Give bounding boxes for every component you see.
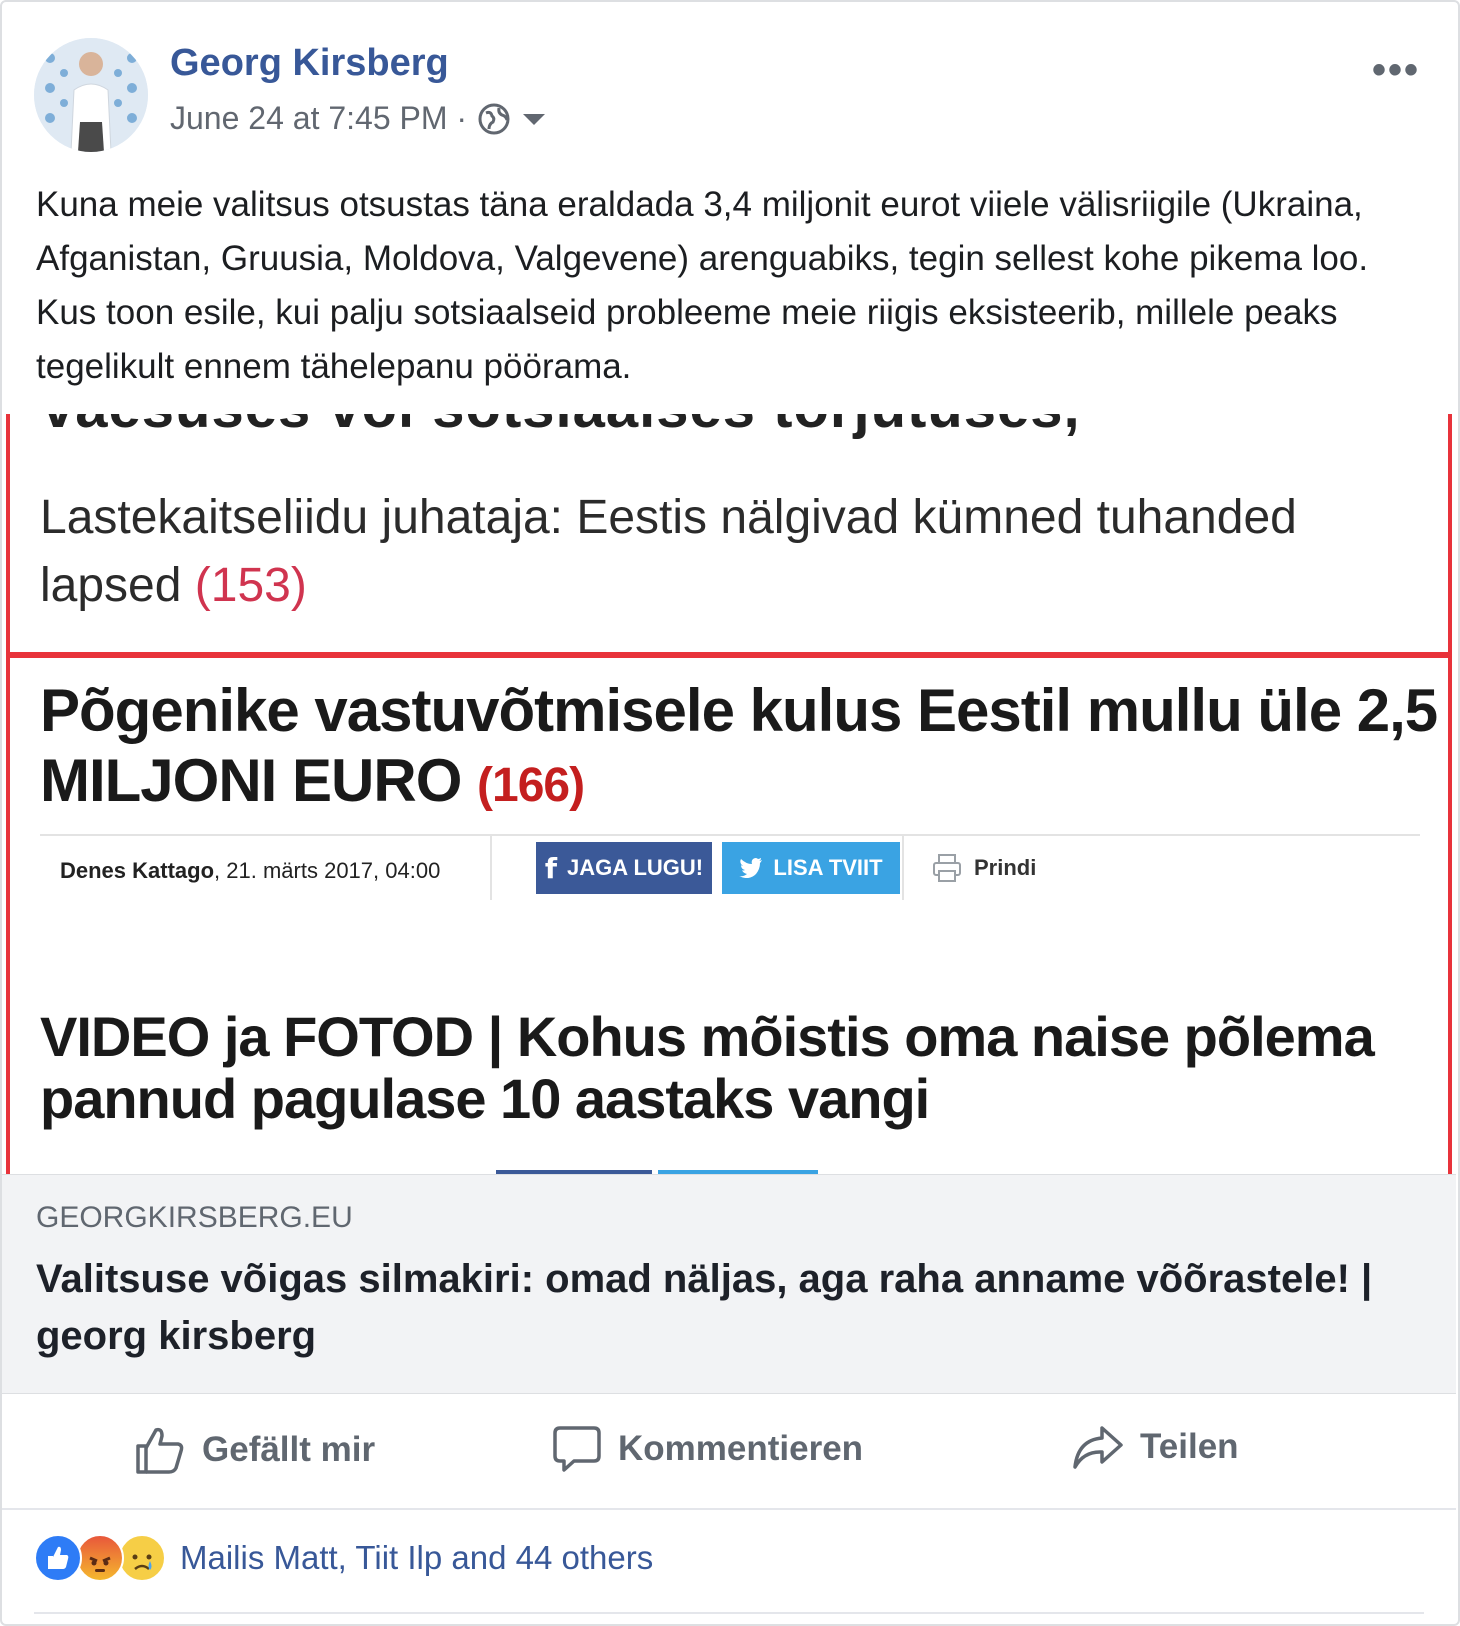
like-reaction-icon [34,1534,82,1582]
print-label: Prindi [974,855,1037,880]
post-timestamp[interactable]: June 24 at 7:45 PM · [170,100,467,137]
thumbs-up-icon [136,1427,184,1474]
globe-icon [478,103,510,134]
angry-reaction-icon [76,1534,124,1582]
headline-2-text: Põgenike vastuvõtmisele kulus Eestil mul… [40,677,1438,814]
share-button[interactable]: Teilen [1072,1424,1239,1470]
byline-author: Denes Kattago [60,858,215,883]
privacy-dropdown-icon[interactable] [521,110,547,128]
link-title[interactable]: Valitsuse võigas silmakiri: omad näljas,… [36,1251,1416,1365]
comment-button[interactable]: Kommentieren [552,1424,863,1474]
avatar-photo [34,38,148,152]
fb-share-label: JAGA LUGU! [567,855,704,880]
image-headline-3: VIDEO ja FOTOD | Kohus mõistis oma naise… [40,1005,1375,1130]
facebook-icon: f [544,851,558,885]
more-options-button[interactable]: ••• [1372,48,1420,93]
post-text: Kuna meie valitsus otsustas täna eraldad… [36,185,1369,386]
action-bar: Gefällt mir Kommentieren Teilen [2,1394,1456,1510]
shared-image[interactable]: vaesuses või sotsiaalses tõrjutuses, Las… [2,414,1456,1174]
tweet-label: LISA TVIIT [773,855,883,880]
avatar[interactable] [34,38,148,152]
author-name[interactable]: Georg Kirsberg [170,42,449,85]
image-divider [40,834,1420,836]
link-preview[interactable]: GEORGKIRSBERG.EU Valitsuse võigas silmak… [2,1174,1456,1394]
reactions-summary[interactable]: Mailis Matt, Tiit Ilp and 44 others [34,1534,653,1582]
headline-2-count: (166) [477,759,585,812]
image-separator [490,834,492,900]
image-fb-share-button: f JAGA LUGU! [536,842,712,894]
comment-icon [553,1426,601,1472]
image-separator [902,834,904,900]
headline-1-count: (153) [194,559,307,612]
image-tweet-button: LISA TVIIT [722,842,900,894]
link-domain: GEORGKIRSBERG.EU [36,1201,353,1234]
share-label: Teilen [1140,1427,1239,1466]
image-headline-2: Põgenike vastuvõtmisele kulus Eestil mul… [40,676,1440,821]
like-button[interactable]: Gefällt mir [134,1424,375,1476]
image-headline-1: Lastekaitseliidu juhataja: Eestis nälgiv… [40,484,1430,620]
image-byline: Denes Kattago, 21. märts 2017, 04:00 [60,858,440,884]
twitter-icon [739,858,763,878]
comments-divider [34,1612,1424,1614]
image-print: Prindi [932,854,1036,882]
comment-label: Kommentieren [618,1429,864,1468]
post-card: Georg Kirsberg June 24 at 7:45 PM · ••• … [0,0,1460,1626]
reaction-names[interactable]: Mailis Matt, Tiit Ilp and 44 others [180,1539,653,1577]
like-label: Gefällt mir [202,1430,376,1469]
byline-date: , 21. märts 2017, 04:00 [214,858,441,883]
sad-reaction-icon [118,1534,166,1582]
post-meta: June 24 at 7:45 PM · [170,100,547,137]
share-arrow-icon [1073,1426,1123,1469]
printer-icon [933,854,961,882]
